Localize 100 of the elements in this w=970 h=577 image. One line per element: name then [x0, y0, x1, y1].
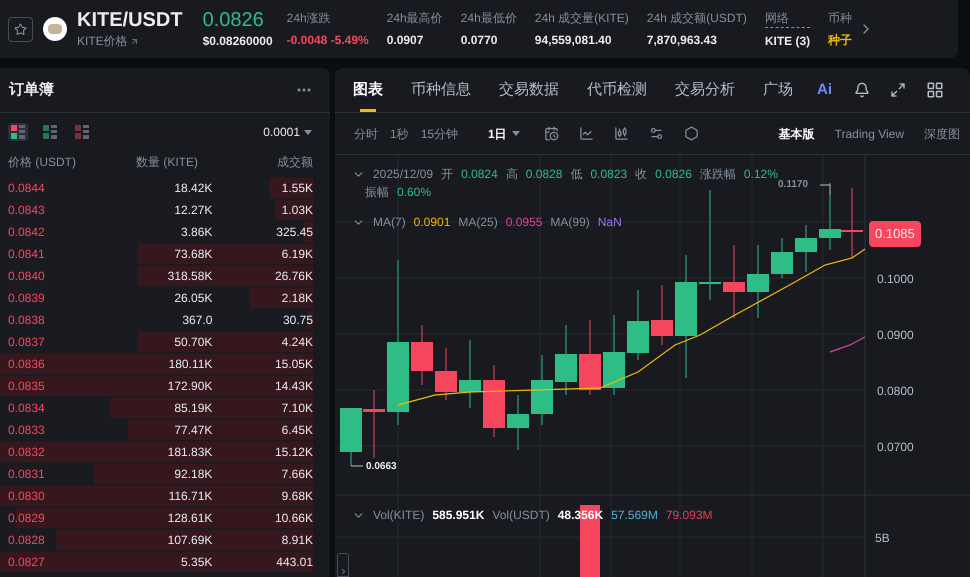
column-header: 价格 (USDT): [8, 154, 76, 171]
interval-tab[interactable]: 15分钟: [420, 124, 458, 142]
chart-tab[interactable]: 交易分析: [675, 68, 735, 112]
caret-icon: [512, 131, 520, 136]
ask-price[interactable]: 0.0841: [8, 245, 45, 263]
candle-date: 2025/12/09: [373, 166, 434, 183]
ohlc-value: 0.60%: [397, 184, 432, 201]
star-icon: [14, 22, 27, 36]
ask-total: 2.18K: [282, 290, 313, 307]
chart-mode-tab[interactable]: 基本版: [778, 124, 815, 142]
ask-amount: 180.11K: [168, 356, 212, 373]
ask-amount: 181.83K: [168, 444, 212, 461]
ask-price[interactable]: 0.0840: [8, 267, 45, 285]
ask-price[interactable]: 0.0834: [8, 399, 45, 417]
favorite-button[interactable]: [8, 16, 33, 42]
ask-total: 9.68K: [282, 488, 313, 505]
candle: [771, 238, 793, 278]
ask-amount: 107.69K: [168, 532, 212, 549]
candle: [459, 340, 481, 408]
ask-amount: 26.05K: [174, 290, 212, 307]
chart-tab[interactable]: 图表: [353, 68, 383, 112]
ask-amount: 12.27K: [174, 202, 212, 219]
book-layout-icon: [11, 125, 25, 139]
ask-amount: 77.47K: [174, 422, 212, 439]
indicator-icon: [648, 126, 664, 141]
ask-price[interactable]: 0.0831: [8, 465, 45, 483]
ask-amount: 85.19K: [174, 400, 212, 417]
precision-dropdown[interactable]: 0.0001: [263, 123, 312, 141]
ask-price[interactable]: 0.0844: [8, 179, 45, 197]
pair-name: KITE/USDT: [77, 8, 183, 32]
chart-tab[interactable]: 交易数据: [499, 68, 559, 112]
ask-amount: 116.71K: [168, 488, 212, 505]
last-price-tag: 0.1085: [869, 221, 921, 246]
ask-total: 10.66K: [274, 510, 313, 527]
volume-value: 79.093M: [666, 507, 713, 524]
ask-price[interactable]: 0.0836: [8, 355, 45, 373]
stat-label: 24h最低价: [460, 10, 517, 26]
last-price: 0.0826: [202, 8, 265, 32]
ask-amount: 5.35K: [181, 554, 212, 571]
ask-total: 6.45K: [282, 422, 313, 439]
ai-button[interactable]: Ai: [817, 78, 832, 102]
chart-mode-tab[interactable]: 深度图: [924, 124, 960, 142]
leader-line: [820, 184, 830, 196]
ask-price[interactable]: 0.0837: [8, 333, 45, 351]
order-row[interactable]: 0.0830 116.71K 9.68K: [0, 485, 313, 507]
ask-total: 1.03K: [282, 202, 313, 219]
ask-price[interactable]: 0.0839: [8, 289, 45, 307]
candle: [819, 182, 841, 250]
order-book-view-button[interactable]: [40, 123, 60, 141]
order-row[interactable]: 0.0827 5.35K 443.01: [0, 551, 313, 573]
ask-total: 14.43K: [274, 378, 313, 395]
interval-tab[interactable]: 1日: [488, 124, 520, 142]
volume-label: Vol(USDT): [492, 507, 550, 524]
ask-total: 443.01: [276, 554, 313, 571]
ma-label: MA(99): [550, 214, 590, 231]
caret-icon: [304, 130, 312, 134]
expand-panel-button[interactable]: [337, 553, 349, 577]
order-row[interactable]: 0.0835 172.90K 14.43K: [0, 375, 313, 397]
grid-icon: [926, 81, 944, 99]
chart-tab[interactable]: 币种信息: [411, 68, 471, 112]
stat-value: -0.0048 -5.49%: [286, 32, 369, 48]
ask-price[interactable]: 0.0835: [8, 377, 45, 395]
chart-tab[interactable]: 广场: [763, 68, 793, 112]
candle: [340, 408, 362, 466]
ask-price[interactable]: 0.0833: [8, 421, 45, 439]
ask-price[interactable]: 0.0828: [8, 531, 45, 549]
ohlc-value: 0.0828: [526, 166, 562, 183]
ask-price[interactable]: 0.0830: [8, 487, 45, 505]
price-link[interactable]: KITE价格: [77, 32, 128, 50]
order-book-view-button[interactable]: [8, 123, 28, 141]
coin-logo: [43, 17, 67, 41]
interval-tab[interactable]: 分时: [354, 124, 378, 142]
hexagon-icon: [684, 126, 699, 141]
ask-amount: 128.61K: [168, 510, 212, 527]
ask-price[interactable]: 0.0832: [8, 443, 45, 461]
candle: [531, 354, 553, 426]
order-book-view-button[interactable]: [72, 123, 92, 141]
order-row[interactable]: 0.0836 180.11K 15.05K: [0, 353, 313, 375]
stat-value[interactable]: KITE (3): [764, 32, 810, 50]
ohlc-label: 开: [441, 166, 454, 183]
ohlc-label: 振幅: [365, 184, 389, 201]
book-layout-icon: [43, 125, 57, 139]
column-header: 成交额: [277, 154, 313, 171]
ask-amount: 92.18K: [174, 466, 212, 483]
ohlc-value: 0.12%: [744, 166, 778, 183]
ask-price[interactable]: 0.0827: [8, 553, 45, 571]
more-icon: [297, 88, 311, 92]
ask-price[interactable]: 0.0829: [8, 509, 45, 527]
stat-label: 24h 成交额(USDT): [646, 10, 747, 26]
interval-tab[interactable]: 1秒: [390, 124, 409, 142]
ohlc-value: 0.0824: [461, 166, 498, 183]
ask-price[interactable]: 0.0838: [8, 311, 45, 329]
volume-value: 57.569M: [611, 507, 658, 524]
ask-price[interactable]: 0.0843: [8, 201, 45, 219]
ask-price[interactable]: 0.0842: [8, 223, 45, 241]
order-row[interactable]: 0.0832 181.83K 15.12K: [0, 441, 313, 463]
chart-tab[interactable]: 代币检测: [587, 68, 647, 112]
chart-mode-tab[interactable]: Trading View: [834, 124, 904, 142]
ask-total: 325.45: [276, 224, 313, 241]
stat-value: 种子: [828, 32, 852, 48]
